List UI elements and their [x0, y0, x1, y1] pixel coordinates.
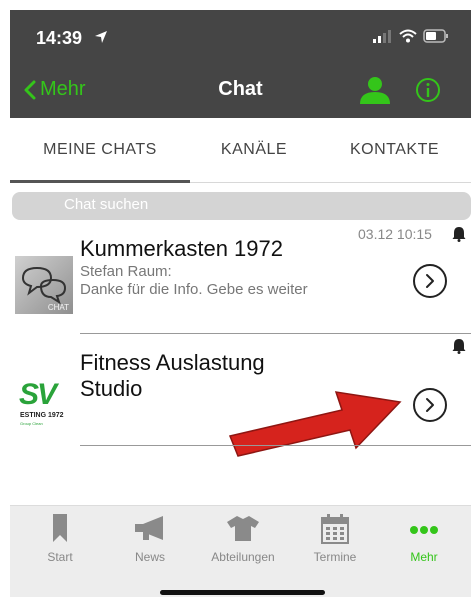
tabbar-label: Abteilungen: [211, 550, 275, 564]
status-icons: [373, 28, 449, 44]
bookmark-icon: [53, 514, 67, 542]
tab-kanaele[interactable]: KANÄLE: [190, 118, 318, 182]
tabbar-mehr[interactable]: Mehr: [379, 506, 469, 576]
chat-tabs: MEINE CHATS KANÄLE KONTAKTE: [10, 118, 471, 183]
chat-row-fitness[interactable]: SV ESTING 1972 Group Clean Fitness Ausla…: [10, 334, 471, 457]
bottom-tab-bar: Start News Abteilungen Termine Mehr: [10, 505, 471, 597]
row-divider: [80, 445, 471, 446]
open-chat-button[interactable]: [413, 264, 447, 298]
megaphone-icon: [135, 516, 163, 540]
shirt-icon: [227, 516, 259, 541]
page-title: Chat: [218, 78, 263, 100]
location-arrow-icon: [95, 31, 107, 43]
home-indicator: [160, 590, 325, 595]
red-arrow-icon: [228, 391, 402, 457]
chat-row-kummerkasten[interactable]: CHAT Kummerkasten 1972 Stefan Raum: Dank…: [10, 222, 471, 334]
tabbar-label: Start: [47, 550, 73, 564]
tabbar-label: News: [134, 550, 165, 564]
logo-tiny: Group Clean: [20, 421, 43, 426]
info-icon[interactable]: [415, 77, 441, 103]
chat-thumbnail-label: CHAT: [47, 303, 69, 312]
top-bar: 14:39 Mehr Chat: [10, 10, 471, 118]
battery-icon: [423, 29, 448, 43]
tabbar-abteilungen[interactable]: Abteilungen: [198, 506, 288, 576]
search-input[interactable]: Chat suchen: [12, 192, 471, 220]
tabbar-news[interactable]: News: [105, 506, 195, 576]
chevron-right-icon: [426, 274, 434, 288]
more-dots-icon: [410, 526, 438, 534]
tabbar-termine[interactable]: Termine: [290, 506, 380, 576]
sv-esting-logo: SV ESTING 1972 Group Clean: [15, 376, 73, 434]
chat-thumbnail: CHAT: [15, 256, 73, 314]
person-icon[interactable]: [358, 76, 392, 104]
signal-icon: [373, 30, 391, 43]
tabbar-start[interactable]: Start: [15, 506, 105, 576]
chat-preview: Danke für die Info. Gebe es weiter: [80, 281, 308, 298]
tabbar-label: Termine: [313, 550, 357, 564]
open-chat-button[interactable]: [413, 388, 447, 422]
wifi-icon: [399, 29, 417, 43]
bell-icon: [452, 339, 466, 354]
chat-screen: 14:39 Mehr Chat MEINE CHATS KANÄLE KONTA…: [10, 10, 471, 597]
chat-title-line2: Studio: [80, 376, 143, 401]
chat-time: 03.12 10:15: [358, 226, 432, 242]
tabbar-label: Mehr: [410, 550, 438, 564]
tab-meine-chats[interactable]: MEINE CHATS: [10, 118, 190, 183]
chat-sender: Stefan Raum:: [80, 263, 172, 280]
logo-sub: ESTING 1972: [20, 412, 64, 419]
chat-title: Fitness Auslastung: [80, 350, 265, 375]
calendar-icon: [321, 514, 349, 544]
chevron-right-icon: [426, 398, 434, 412]
search-placeholder: Chat suchen: [64, 196, 149, 213]
status-time: 14:39: [36, 28, 83, 48]
tab-kontakte[interactable]: KONTAKTE: [318, 118, 471, 182]
logo-text: SV: [19, 378, 57, 411]
bell-icon: [452, 227, 466, 242]
chat-title: Kummerkasten 1972: [80, 236, 283, 261]
